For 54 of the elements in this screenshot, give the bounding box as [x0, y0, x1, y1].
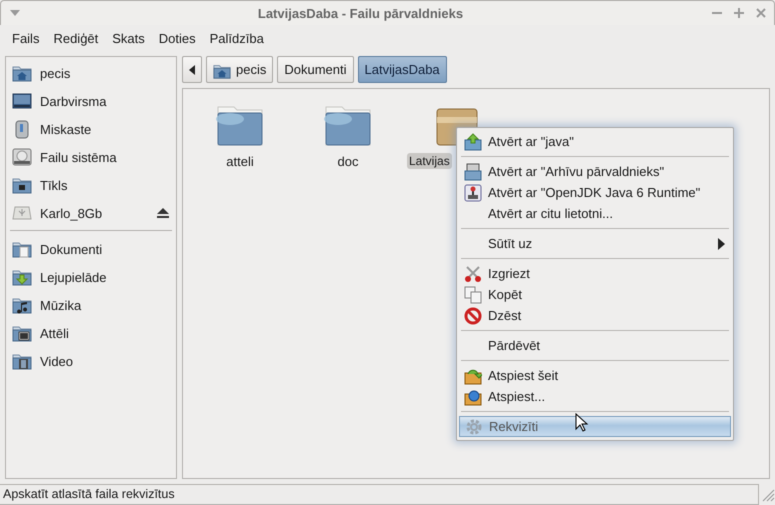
- file-name[interactable]: doc: [334, 153, 362, 170]
- menu-bar-item[interactable]: Palīdzība: [202, 28, 271, 48]
- scissors-icon: [464, 264, 482, 282]
- menu-item[interactable]: Atvērt ar "java": [459, 131, 731, 152]
- menu-bar-item[interactable]: Rediģēt: [46, 28, 106, 48]
- sidebar-item[interactable]: Dokumenti: [6, 235, 176, 263]
- delete-icon: [464, 306, 482, 324]
- menu-bar-item[interactable]: Fails: [5, 28, 46, 48]
- sidebar-item[interactable]: pecis: [6, 59, 176, 87]
- breadcrumb-button[interactable]: LatvijasDaba: [358, 56, 447, 83]
- joystick-icon: [464, 184, 482, 202]
- maximize-icon[interactable]: [734, 8, 744, 18]
- sidebar-item[interactable]: Attēli: [6, 319, 176, 347]
- menu-item[interactable]: Izgriezt: [459, 263, 731, 284]
- hard-drive-icon: [12, 147, 32, 167]
- copy-icon: [464, 286, 482, 304]
- file-name[interactable]: Latvijas: [407, 153, 452, 169]
- breadcrumb-button[interactable]: Dokumenti: [277, 56, 354, 83]
- menu-item[interactable]: Atspiest šeit: [459, 365, 731, 386]
- menu-item[interactable]: Kopēt: [459, 284, 731, 305]
- sidebar-item[interactable]: Video: [6, 347, 176, 375]
- status-bar: Apskatīt atlasītā faila rekvizītus: [0, 484, 759, 504]
- menu-bar-item[interactable]: Doties: [152, 28, 203, 48]
- menu-item[interactable]: Atvērt ar "Arhīvu pārvaldnieks": [459, 161, 731, 182]
- back-button[interactable]: [182, 56, 202, 83]
- menu-item[interactable]: Atvērt ar "OpenJDK Java 6 Runtime": [459, 182, 731, 203]
- arrow-up-icon: [464, 132, 482, 150]
- window-menu-icon[interactable]: [9, 9, 21, 17]
- gear-icon: [465, 418, 483, 436]
- sidebar-item[interactable]: Tīkls: [6, 171, 176, 199]
- menu-item[interactable]: Sūtīt uz: [459, 233, 731, 254]
- sidebar-item[interactable]: Miskaste: [6, 115, 176, 143]
- sidebar-item[interactable]: Karlo_8Gb: [6, 199, 176, 227]
- menu-item[interactable]: Rekvizīti: [459, 416, 731, 437]
- submenu-arrow-icon: [718, 238, 725, 250]
- archive-icon: [464, 162, 482, 180]
- close-icon[interactable]: [756, 8, 766, 18]
- mouse-cursor-icon: [575, 413, 589, 433]
- menu-item[interactable]: Atspiest...: [459, 386, 731, 407]
- menu-bar-item[interactable]: Skats: [105, 28, 152, 48]
- extract-icon: [464, 388, 482, 406]
- eject-icon[interactable]: [156, 207, 170, 219]
- window-title: LatvijasDaba - Failu pārvaldnieks: [256, 6, 464, 20]
- menu-item[interactable]: Pārdēvēt: [459, 335, 731, 356]
- menu-item[interactable]: Atvērt ar citu lietotni...: [459, 203, 731, 224]
- file-name[interactable]: atteli: [223, 153, 257, 170]
- sidebar-item[interactable]: Darbvirsma: [6, 87, 176, 115]
- menu-item[interactable]: Dzēst: [459, 305, 731, 326]
- sidebar-item[interactable]: Failu sistēma: [6, 143, 176, 171]
- sidebar-item[interactable]: Lejupielāde: [6, 263, 176, 291]
- breadcrumb-button[interactable]: pecis: [206, 56, 274, 83]
- back-arrow-icon: [188, 64, 196, 74]
- desktop-icon: [12, 91, 32, 111]
- sidebar-item[interactable]: Mūzika: [6, 291, 176, 319]
